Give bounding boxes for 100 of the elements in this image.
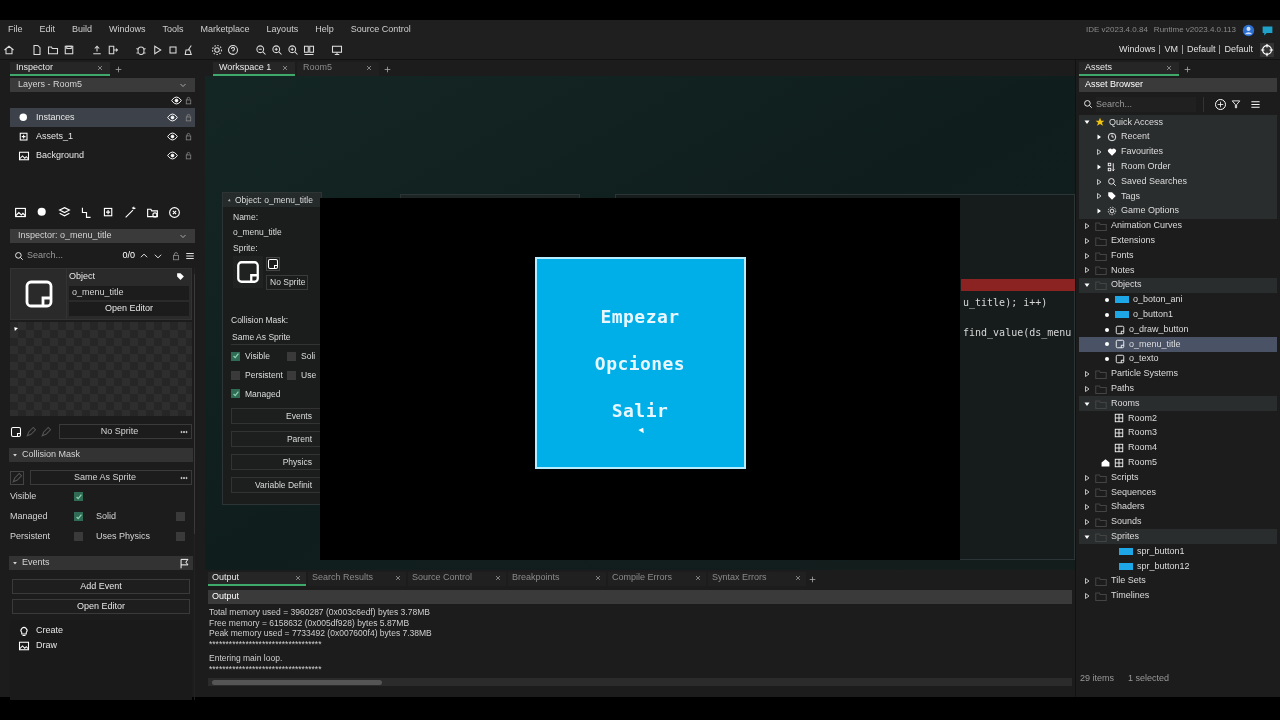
tree-item[interactable]: spr_button12 <box>1079 558 1277 574</box>
tree-item[interactable]: o_texto <box>1079 351 1277 367</box>
expand-triangle-icon[interactable] <box>1083 591 1091 600</box>
event-item[interactable]: Draw <box>18 638 192 653</box>
tree-item[interactable]: o_menu_title <box>1079 336 1277 352</box>
tree-item[interactable]: Sprites <box>1079 529 1277 545</box>
image-icon[interactable] <box>14 205 27 219</box>
output-tab[interactable]: Source Control <box>408 572 506 586</box>
settings-icon[interactable] <box>211 43 223 56</box>
checkbox[interactable] <box>231 389 240 399</box>
chat-icon[interactable] <box>1261 23 1274 37</box>
layer-row[interactable]: Instances <box>10 108 195 127</box>
tree-item[interactable]: Sequences <box>1079 484 1277 500</box>
expand-triangle-icon[interactable] <box>1083 503 1091 512</box>
expand-triangle-icon[interactable] <box>1083 488 1091 497</box>
home-icon[interactable] <box>1101 458 1110 468</box>
checkbox[interactable] <box>287 370 296 380</box>
checkbox[interactable] <box>176 532 185 541</box>
tree-item[interactable]: Room3 <box>1079 425 1277 441</box>
workspace-tab[interactable]: Workspace 1 <box>213 62 295 76</box>
tree-item[interactable]: Room2 <box>1079 410 1277 426</box>
expand-triangle-icon[interactable] <box>1095 177 1103 186</box>
expand-triangle-icon[interactable] <box>1083 251 1091 260</box>
target-option[interactable]: Default <box>1186 42 1216 57</box>
wand-icon[interactable] <box>124 205 137 219</box>
output-tab[interactable]: Output <box>208 572 306 586</box>
home-icon[interactable] <box>3 43 15 56</box>
scrollbar-thumb[interactable] <box>212 679 382 685</box>
name-field[interactable]: o_menu_title <box>69 285 189 300</box>
inspector-header[interactable]: Inspector: o_menu_title <box>10 229 195 243</box>
expand-triangle-icon[interactable] <box>1083 369 1091 378</box>
menu-item[interactable]: Help <box>315 23 334 37</box>
window-button[interactable]: Variable Definit <box>231 477 321 494</box>
tree-item[interactable]: o_boton_ani <box>1079 292 1277 308</box>
search-field[interactable]: Search... <box>1096 96 1196 112</box>
workspace-tab[interactable]: Room5 <box>297 62 379 76</box>
zoom-reset-icon[interactable] <box>287 43 299 56</box>
checkbox[interactable] <box>287 351 296 361</box>
tree-item[interactable]: Rooms <box>1079 396 1277 411</box>
new-file-icon[interactable] <box>31 43 43 56</box>
output-tab[interactable]: Syntax Errors <box>708 572 806 586</box>
zoom-out-icon[interactable] <box>255 43 267 56</box>
user-icon[interactable] <box>1242 23 1255 37</box>
menu-icon[interactable] <box>1250 98 1261 110</box>
close-icon[interactable] <box>494 574 502 582</box>
tree-item[interactable]: spr_button1 <box>1079 544 1277 559</box>
menu-item[interactable]: Marketplace <box>200 23 250 37</box>
expand-triangle-icon[interactable] <box>1095 133 1103 142</box>
checkbox[interactable] <box>231 351 240 361</box>
output-tab[interactable]: Search Results <box>308 572 406 586</box>
target-option[interactable]: VM <box>1164 42 1178 57</box>
tree-item[interactable]: Paths <box>1079 381 1277 397</box>
tree-item[interactable]: Tile Sets <box>1079 573 1277 589</box>
menu-item[interactable]: Edit <box>39 23 56 37</box>
debug-icon[interactable] <box>135 43 147 56</box>
menu-item[interactable]: Layouts <box>266 23 299 37</box>
collapse-triangle-icon[interactable] <box>12 452 18 458</box>
close-icon[interactable] <box>394 574 402 582</box>
remove-icon[interactable] <box>168 205 181 219</box>
checkbox[interactable] <box>231 370 240 380</box>
panel-button[interactable]: Add Event <box>12 579 190 594</box>
tree-item[interactable]: Notes <box>1079 262 1277 278</box>
menu-icon[interactable] <box>185 251 195 261</box>
export-icon[interactable] <box>107 43 119 56</box>
target-icon[interactable] <box>1260 42 1274 57</box>
close-icon[interactable] <box>594 574 602 582</box>
path-icon[interactable] <box>80 205 93 219</box>
tree-item[interactable]: Extensions <box>1079 233 1277 249</box>
expand-triangle-icon[interactable] <box>1095 162 1103 171</box>
window-title-bar[interactable]: Object: o_menu_title <box>223 193 321 207</box>
eye-icon[interactable] <box>167 112 178 123</box>
add-tab-icon[interactable] <box>1183 65 1192 74</box>
help-icon[interactable] <box>227 43 239 56</box>
flag-icon[interactable] <box>179 557 190 569</box>
close-icon[interactable] <box>694 574 702 582</box>
play-icon[interactable] <box>151 43 163 56</box>
open-editor-button[interactable]: Open Editor <box>69 301 189 316</box>
output-tab[interactable]: Breakpoints <box>508 572 606 586</box>
target-option[interactable]: Windows <box>1118 42 1156 57</box>
tree-item[interactable]: o_draw_button <box>1079 322 1277 337</box>
menu-item[interactable]: File <box>8 23 23 37</box>
stop-icon[interactable] <box>167 43 179 56</box>
window-layout-icon[interactable] <box>303 43 315 56</box>
panel-tab[interactable]: Inspector <box>10 62 110 76</box>
tree-item[interactable]: Particle Systems <box>1079 366 1277 382</box>
tree-item[interactable]: Animation Curves <box>1079 218 1277 234</box>
tree-item[interactable]: Shaders <box>1079 499 1277 515</box>
tree-item[interactable]: Timelines <box>1079 588 1277 604</box>
expand-triangle-icon[interactable] <box>1083 236 1091 245</box>
save-icon[interactable] <box>63 43 75 56</box>
expand-triangle-icon[interactable] <box>1095 207 1103 216</box>
close-icon[interactable] <box>1165 64 1173 72</box>
eye-icon[interactable] <box>167 150 178 161</box>
panel-tab[interactable]: Assets <box>1079 62 1179 76</box>
lock-icon[interactable] <box>171 251 181 261</box>
tree-item[interactable]: Room5 <box>1079 455 1277 471</box>
upload-icon[interactable] <box>91 43 103 56</box>
window-button[interactable]: Physics <box>231 454 321 471</box>
eye-icon[interactable] <box>167 131 178 142</box>
close-icon[interactable] <box>294 574 302 582</box>
